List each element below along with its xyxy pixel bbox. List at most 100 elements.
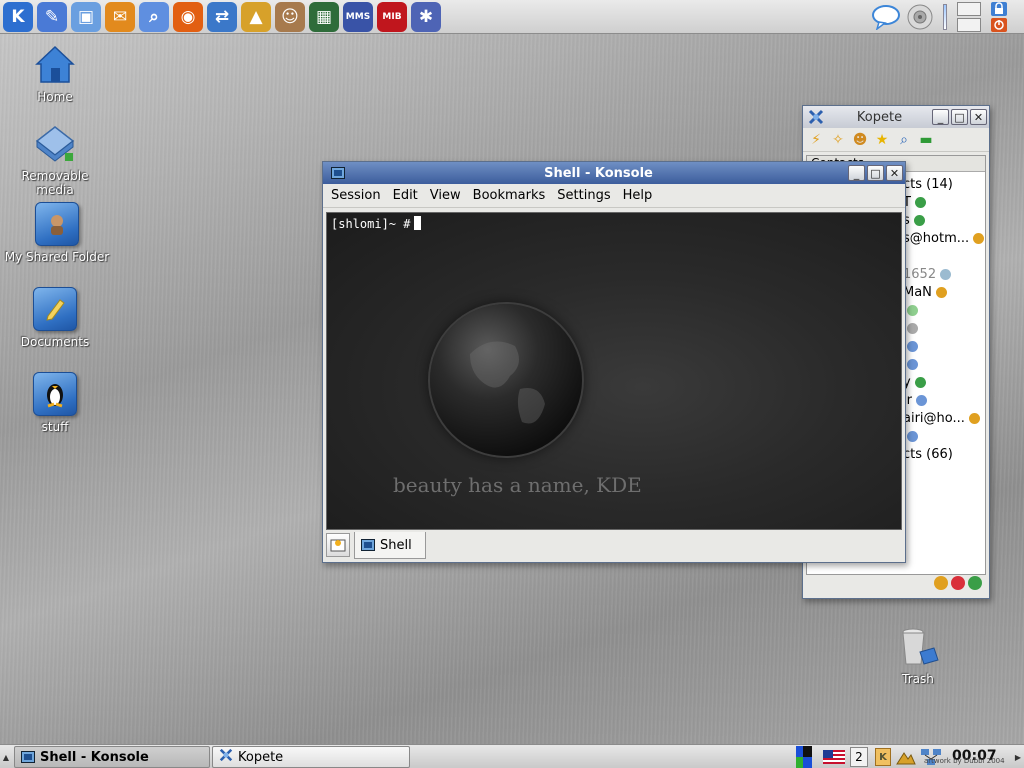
terminal-area[interactable]: [shlomi]~ # beauty has a name, KDE bbox=[326, 212, 902, 530]
contact-row[interactable]: 1652 bbox=[903, 265, 952, 283]
task-button-kopete[interactable]: Kopete bbox=[212, 746, 410, 768]
desktop-icon-label: stuff bbox=[41, 420, 69, 434]
pager-desktop-2[interactable] bbox=[957, 18, 981, 32]
minimize-button[interactable]: _ bbox=[848, 165, 865, 181]
kopete-app-icon bbox=[805, 109, 827, 125]
konsole-menubar: Session Edit View Bookmarks Settings Hel… bbox=[323, 184, 905, 208]
speaker-icon[interactable] bbox=[904, 2, 936, 32]
us-flag-icon[interactable] bbox=[823, 750, 845, 764]
contact-name: 1652 bbox=[903, 266, 937, 282]
minimize-button[interactable]: _ bbox=[932, 109, 949, 125]
menu-view[interactable]: View bbox=[424, 188, 467, 203]
terminal-icon bbox=[361, 539, 375, 551]
favorite-star-icon[interactable]: ★ bbox=[873, 131, 891, 149]
desktop-icon-trash[interactable]: Trash bbox=[863, 624, 973, 686]
landscape-tray-icon[interactable] bbox=[896, 749, 916, 765]
taskbar-scroll-up-icon[interactable]: ▲ bbox=[1, 746, 11, 768]
mini-pager-icon[interactable] bbox=[796, 746, 812, 768]
contact-row[interactable]: T bbox=[903, 193, 926, 211]
contact-row[interactable]: cts (66) bbox=[903, 445, 953, 463]
close-button[interactable]: ✕ bbox=[970, 109, 987, 125]
top-panel: K ✎ ▣ ✉ ⌕ ◉ ⇄ ▲ ☺ ▦ MMS MIB ✱ bbox=[0, 0, 1024, 34]
removable-media-icon bbox=[33, 121, 77, 165]
desktop-icon-my-shared-folder[interactable]: My Shared Folder bbox=[2, 202, 112, 264]
account-status-icon[interactable] bbox=[968, 576, 982, 590]
landscape-icon[interactable]: ▲ bbox=[241, 2, 271, 32]
account-status-icon[interactable] bbox=[934, 576, 948, 590]
network-icon[interactable]: ⇄ bbox=[207, 2, 237, 32]
contact-row[interactable]: y bbox=[903, 373, 926, 391]
kopete-titlebar[interactable]: Kopete _ □ ✕ bbox=[803, 106, 989, 128]
maximize-button[interactable]: □ bbox=[951, 109, 968, 125]
contact-status-icon bbox=[907, 358, 918, 370]
desktop-icon-removable-media[interactable]: Removable media bbox=[0, 121, 110, 197]
mms-icon[interactable]: MMS bbox=[343, 2, 373, 32]
shared-folder-icon bbox=[35, 202, 79, 246]
contact-row[interactable]: ir bbox=[903, 391, 927, 409]
menu-bookmarks[interactable]: Bookmarks bbox=[467, 188, 552, 203]
set-status-icon[interactable]: ✧ bbox=[829, 131, 847, 149]
tab-shell-label: Shell bbox=[380, 537, 412, 553]
task-button-konsole[interactable]: Shell - Konsole bbox=[14, 746, 210, 768]
contact-row[interactable]: s@hotm... bbox=[903, 229, 985, 247]
image-viewer-icon[interactable]: ▦ bbox=[309, 2, 339, 32]
pager-desktop-1[interactable] bbox=[957, 2, 981, 16]
konsole-titlebar[interactable]: Shell - Konsole _ □ ✕ bbox=[323, 162, 905, 184]
contact-status-icon bbox=[914, 196, 926, 208]
statue-head-icon[interactable]: ☺ bbox=[275, 2, 305, 32]
kmail-icon[interactable]: ✉ bbox=[105, 2, 135, 32]
taskbar-scroll-right-icon[interactable]: ▶ bbox=[1013, 746, 1023, 768]
contact-row[interactable]: airi@ho... bbox=[903, 409, 980, 427]
contact-status-icon bbox=[935, 286, 947, 298]
desktop-icon-label: My Shared Folder bbox=[4, 250, 110, 264]
maximize-button[interactable]: □ bbox=[867, 165, 884, 181]
task-label: Kopete bbox=[238, 749, 284, 765]
desktop-icon-label: Documents bbox=[20, 335, 90, 349]
text-editor-icon[interactable]: ✎ bbox=[37, 2, 67, 32]
logout-icon[interactable] bbox=[989, 17, 1009, 33]
mib-icon[interactable]: MIB bbox=[377, 2, 407, 32]
desktop-icon-stuff[interactable]: stuff bbox=[0, 372, 110, 434]
menu-help[interactable]: Help bbox=[617, 188, 659, 203]
contact-status-icon bbox=[913, 214, 925, 226]
contact-status-icon bbox=[940, 268, 952, 280]
chat-bubble-icon[interactable] bbox=[870, 2, 902, 32]
contact-status-icon bbox=[914, 376, 926, 388]
shell-prompt: [shlomi]~ # bbox=[331, 216, 422, 231]
kopete-title: Kopete bbox=[856, 109, 903, 125]
close-button[interactable]: ✕ bbox=[886, 165, 903, 181]
tab-shell[interactable]: Shell bbox=[354, 532, 426, 559]
desktop-icon-label: Home bbox=[37, 90, 73, 104]
add-group-icon[interactable]: ▬ bbox=[917, 131, 935, 149]
menu-settings[interactable]: Settings bbox=[551, 188, 616, 203]
konsole-window[interactable]: Shell - Konsole _ □ ✕ Session Edit View … bbox=[322, 161, 906, 563]
menu-edit[interactable]: Edit bbox=[387, 188, 424, 203]
new-session-button[interactable] bbox=[326, 533, 350, 557]
add-contact-icon[interactable]: ☻ bbox=[851, 131, 869, 149]
desktop-icon-home[interactable]: Home bbox=[0, 42, 110, 104]
desktop-icon-documents[interactable]: Documents bbox=[0, 287, 110, 349]
system-icon[interactable]: ▣ bbox=[71, 2, 101, 32]
account-status-icon[interactable] bbox=[951, 576, 965, 590]
search-icon[interactable]: ⌕ bbox=[895, 131, 913, 149]
documents-folder-icon bbox=[33, 287, 77, 331]
contact-row[interactable]: cts (14) bbox=[903, 175, 953, 193]
kde-menu-icon[interactable]: K bbox=[3, 2, 33, 32]
konqueror-icon[interactable]: ⌕ bbox=[139, 2, 169, 32]
kopete-app-icon bbox=[219, 748, 233, 766]
kde-gear-icon[interactable]: ✱ bbox=[411, 2, 441, 32]
menu-session[interactable]: Session bbox=[325, 188, 387, 203]
konsole-app-icon bbox=[327, 167, 349, 179]
task-label: Shell - Konsole bbox=[40, 749, 149, 765]
desktop-icon-label: Trash bbox=[902, 672, 934, 686]
account-status-bar bbox=[806, 572, 986, 594]
contact-row[interactable]: s bbox=[903, 211, 925, 229]
firefox-icon[interactable]: ◉ bbox=[173, 2, 203, 32]
contact-name: MaN bbox=[903, 284, 932, 300]
contact-row[interactable]: MaN bbox=[903, 283, 947, 301]
kde-globe-wallpaper bbox=[430, 304, 582, 456]
desktop-number-badge[interactable]: 2 bbox=[850, 747, 868, 767]
connect-icon[interactable]: ⚡ bbox=[807, 131, 825, 149]
lock-screen-icon[interactable] bbox=[989, 1, 1009, 17]
klipper-icon[interactable]: K bbox=[875, 748, 891, 766]
